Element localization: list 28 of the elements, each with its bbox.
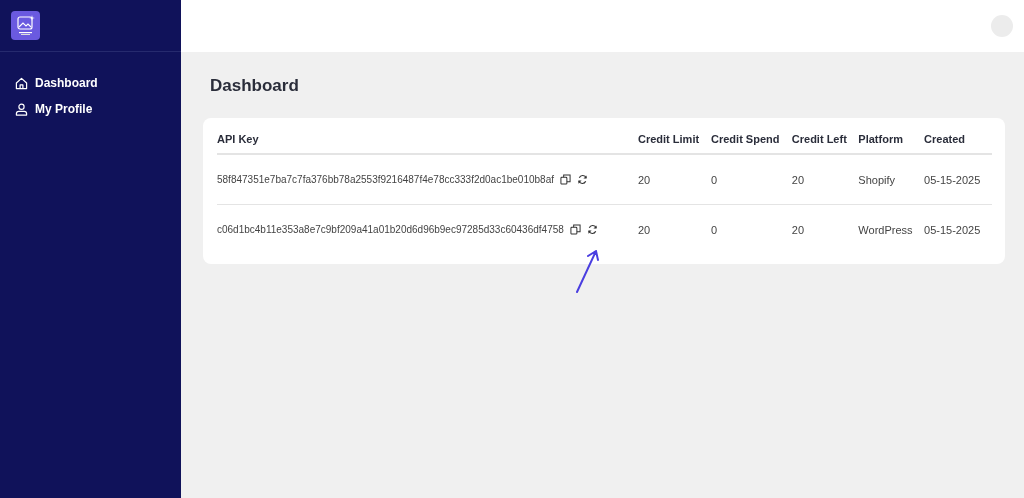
column-header: Platform <box>858 124 925 154</box>
api-key-text: c06d1bc4b11e353a8e7c9bf209a41a01b20d6d96b9ec97285d33c60436df4758 <box>217 224 564 235</box>
table-cell: 05-15-2025 <box>924 204 992 254</box>
table-cell: 05-15-2025 <box>924 154 992 205</box>
table-cell: WordPress <box>858 204 925 254</box>
column-header: API Key <box>217 124 638 154</box>
column-header: Credit Spend <box>711 124 792 154</box>
copy-icon[interactable] <box>560 174 571 185</box>
refresh-icon[interactable] <box>586 224 598 235</box>
user-icon <box>15 102 28 116</box>
column-header: Credit Limit <box>638 124 712 154</box>
logo-icon <box>11 11 40 40</box>
home-icon <box>15 76 28 90</box>
table-cell: Shopify <box>858 154 925 205</box>
nav-item[interactable]: Dashboard <box>0 74 113 92</box>
refresh-icon[interactable] <box>577 174 588 185</box>
table-cell: 20 <box>638 154 712 205</box>
table-cell: 20 <box>791 154 859 205</box>
table-cell: 0 <box>711 154 792 205</box>
table-cell: 20 <box>638 204 712 254</box>
column-header: Credit Left <box>791 124 859 154</box>
page-title: Dashboard <box>210 76 300 96</box>
table-cell: 0 <box>711 204 792 254</box>
table-cell: 20 <box>791 204 859 254</box>
copy-icon[interactable] <box>569 224 581 235</box>
column-header: Created <box>924 124 992 154</box>
nav-item[interactable]: My Profile <box>0 100 108 118</box>
api-key-text: 58f847351e7ba7c7fa376bb78a2553f9216487f4e78cc333f2d0ac1be010b8af <box>217 174 554 185</box>
